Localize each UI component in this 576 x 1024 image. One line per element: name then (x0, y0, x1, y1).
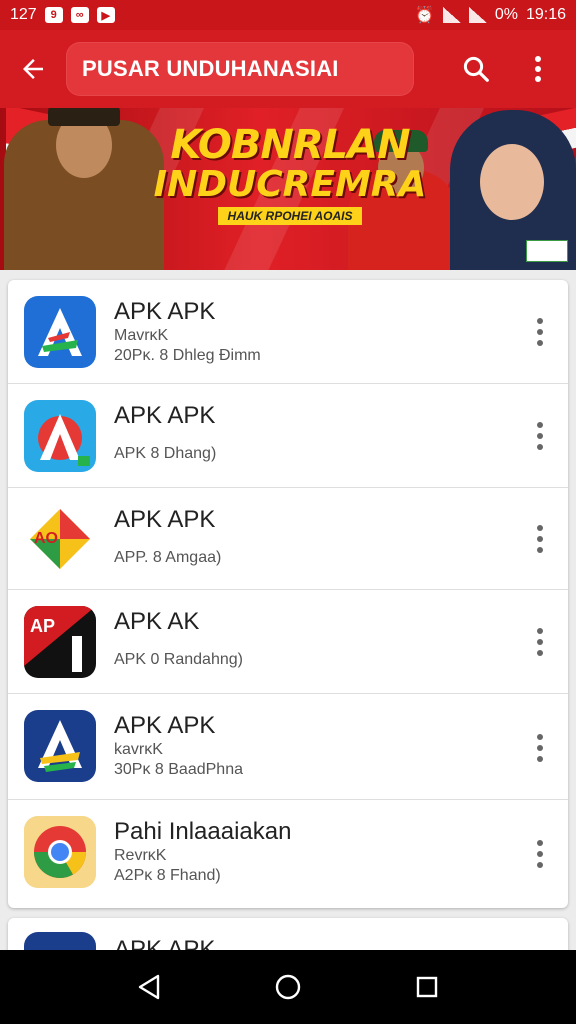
app-notification-icon: ∞ (70, 7, 89, 23)
svg-text:AO: AO (34, 530, 58, 547)
app-details: 30Pĸ 8 BaadPhna (114, 761, 243, 778)
list-item[interactable]: APK APK APK 8 Dhang) (8, 384, 568, 488)
app-meta: MavrĸK (114, 327, 169, 344)
banner-subheadline: INDUCREMRA (153, 164, 427, 205)
more-vert-icon (535, 56, 541, 82)
app-details: 20Pĸ. 8 Dhleg Đimm (114, 347, 261, 364)
app-meta: RevrĸK (114, 847, 167, 864)
list-item[interactable]: AO APK APK APP. 8 Amgaa) (8, 488, 568, 590)
app-name: APK AK (114, 608, 200, 635)
signal-icon (442, 7, 461, 23)
search-icon (463, 56, 489, 82)
app-bar: PUSAR UNDUHANASIAI (0, 30, 576, 108)
app-name: APK APK (114, 506, 216, 533)
time: 19:16 (525, 6, 566, 23)
apk-app-icon: AO (24, 503, 96, 575)
banner-tagline: HAUK RPOHEI AOAIS (217, 207, 363, 225)
arrow-left-icon (23, 59, 43, 79)
back-button[interactable] (0, 30, 66, 108)
square-recents-icon (416, 976, 437, 998)
apk-app-icon (24, 400, 96, 472)
nav-home-button[interactable] (258, 957, 318, 1017)
app-details: APP. 8 Amgaa) (114, 549, 222, 566)
search-button[interactable] (458, 51, 494, 87)
promo-banner[interactable]: KOBNRLAN INDUCREMRA HAUK RPOHEI AOAIS (0, 108, 576, 270)
list-item[interactable]: AP APK AK APK 0 Randahng) (8, 590, 568, 694)
banner-headline: KOBNRLAN (170, 122, 410, 168)
app-name: APK APK (114, 712, 216, 739)
apk-app-icon (24, 296, 96, 368)
app-details: A2Pĸ 8 Fhand) (114, 867, 221, 884)
apk-app-icon (24, 710, 96, 782)
app-list: APK APK MavrĸK 20Pĸ. 8 Dhleg Đimm APK AP… (8, 280, 568, 908)
gmail-notification-icon: 9 (44, 7, 63, 23)
circle-home-icon (275, 974, 301, 1000)
app-meta: kavrĸK (114, 741, 163, 758)
svg-text:AP: AP (30, 616, 55, 636)
app-details: APK 8 Dhang) (114, 445, 217, 462)
overflow-menu-button[interactable] (520, 51, 556, 87)
chrome-app-icon (24, 816, 96, 888)
item-more-button[interactable] (536, 840, 544, 868)
item-more-button[interactable] (536, 318, 544, 346)
youtube-notification-icon: ▶ (96, 7, 115, 23)
apk-app-icon: AP (24, 606, 96, 678)
status-bar: 127 9 ∞ ▶ ⏰ 0% 19:16 (0, 0, 576, 30)
item-more-button[interactable] (536, 628, 544, 656)
alarm-icon: ⏰ (414, 7, 435, 24)
item-more-button[interactable] (536, 734, 544, 762)
app-name: APK APK (114, 298, 216, 325)
status-left-text: 127 (10, 6, 37, 23)
battery-text: 0% (494, 6, 518, 23)
item-more-button[interactable] (536, 422, 544, 450)
list-item[interactable]: Pahi Inlaaaiakan RevrĸK A2Pĸ 8 Fhand) (8, 800, 568, 908)
list-item[interactable]: APK APK kavrĸK 30Pĸ 8 BaadPhna (8, 694, 568, 800)
triangle-back-icon (139, 974, 160, 1000)
signal-icon-2 (468, 7, 487, 23)
page-title: PUSAR UNDUHANASIAI (66, 42, 414, 96)
nav-back-button[interactable] (119, 957, 179, 1017)
nav-recents-button[interactable] (397, 957, 457, 1017)
banner-badge-icon (526, 240, 568, 262)
app-details: APK 0 Randahng) (114, 651, 243, 668)
navigation-bar (0, 950, 576, 1024)
app-name: APK APK (114, 402, 216, 429)
item-more-button[interactable] (536, 525, 544, 553)
app-name: Pahi Inlaaaiakan (114, 818, 292, 845)
list-item[interactable]: APK APK MavrĸK 20Pĸ. 8 Dhleg Đimm (8, 280, 568, 384)
